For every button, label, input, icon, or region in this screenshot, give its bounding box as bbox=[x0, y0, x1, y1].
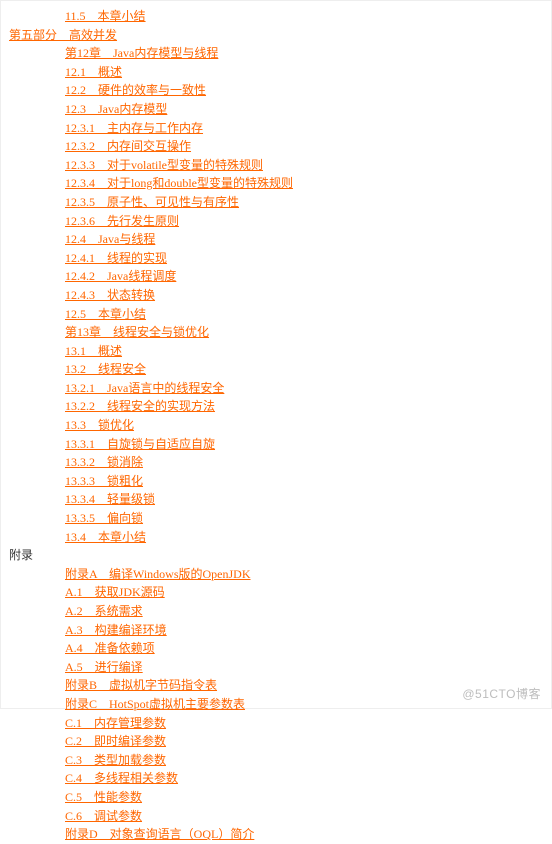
toc-item: C.6 调试参数 bbox=[9, 807, 543, 826]
toc-link[interactable]: 13.2 线程安全 bbox=[65, 362, 146, 376]
toc-item: 附录A 编译Windows版的OpenJDK bbox=[9, 565, 543, 584]
toc-item: 13.3.3 锁粗化 bbox=[9, 472, 543, 491]
toc-item: 第五部分 高效并发 bbox=[9, 26, 543, 45]
toc-link[interactable]: A.3 构建编译环境 bbox=[65, 623, 167, 637]
toc-link[interactable]: 12.5 本章小结 bbox=[65, 307, 146, 321]
toc-item: 13.3 锁优化 bbox=[9, 416, 543, 435]
toc-item: 13.2 线程安全 bbox=[9, 360, 543, 379]
toc-link[interactable]: 第五部分 高效并发 bbox=[9, 28, 117, 42]
toc-link[interactable]: 13.2.2 线程安全的实现方法 bbox=[65, 399, 215, 413]
toc-item: C.3 类型加载参数 bbox=[9, 751, 543, 770]
toc-link[interactable]: 12.4.1 线程的实现 bbox=[65, 251, 167, 265]
toc-item: 12.3.5 原子性、可见性与有序性 bbox=[9, 193, 543, 212]
toc-link[interactable]: C.4 多线程相关参数 bbox=[65, 771, 178, 785]
toc-item: C.2 即时编译参数 bbox=[9, 732, 543, 751]
toc-link[interactable]: 12.3.2 内存间交互操作 bbox=[65, 139, 191, 153]
toc-item: C.5 性能参数 bbox=[9, 788, 543, 807]
toc-item: 13.2.1 Java语言中的线程安全 bbox=[9, 379, 543, 398]
toc-link[interactable]: 13.3.2 锁消除 bbox=[65, 455, 143, 469]
toc-item: C.1 内存管理参数 bbox=[9, 714, 543, 733]
toc-link[interactable]: 12.3.4 对于long和double型变量的特殊规则 bbox=[65, 176, 293, 190]
toc-link[interactable]: A.2 系统需求 bbox=[65, 604, 143, 618]
toc-link[interactable]: 12.1 概述 bbox=[65, 65, 122, 79]
toc-item: A.5 进行编译 bbox=[9, 658, 543, 677]
toc-item: 13.2.2 线程安全的实现方法 bbox=[9, 397, 543, 416]
toc-item: 12.3.6 先行发生原则 bbox=[9, 212, 543, 231]
toc-link[interactable]: 13.2.1 Java语言中的线程安全 bbox=[65, 381, 224, 395]
toc-item: 12.3.1 主内存与工作内存 bbox=[9, 119, 543, 138]
toc-link[interactable]: 12.4.2 Java线程调度 bbox=[65, 269, 176, 283]
toc-item: 13.4 本章小结 bbox=[9, 528, 543, 547]
toc-link[interactable]: A.1 获取JDK源码 bbox=[65, 585, 165, 599]
toc-heading: 附录 bbox=[9, 548, 33, 562]
toc-link[interactable]: 第13章 线程安全与锁优化 bbox=[65, 325, 209, 339]
toc-link[interactable]: A.4 准备依赖项 bbox=[65, 641, 155, 655]
toc-item: 13.3.2 锁消除 bbox=[9, 453, 543, 472]
toc-link[interactable]: 13.4 本章小结 bbox=[65, 530, 146, 544]
toc-item: C.4 多线程相关参数 bbox=[9, 769, 543, 788]
toc-link[interactable]: C.3 类型加载参数 bbox=[65, 753, 166, 767]
toc-item: 第12章 Java内存模型与线程 bbox=[9, 44, 543, 63]
toc-link[interactable]: 第12章 Java内存模型与线程 bbox=[65, 46, 218, 60]
toc-item: 附录D 对象查询语言（OQL）简介 bbox=[9, 825, 543, 844]
toc-item: 12.3.2 内存间交互操作 bbox=[9, 137, 543, 156]
toc-link[interactable]: A.5 进行编译 bbox=[65, 660, 143, 674]
toc-item: 附录 bbox=[9, 546, 543, 565]
toc-link[interactable]: 11.5 本章小结 bbox=[65, 9, 146, 23]
toc-item: 12.4.2 Java线程调度 bbox=[9, 267, 543, 286]
toc-link[interactable]: 附录A 编译Windows版的OpenJDK bbox=[65, 567, 251, 581]
toc-item: 12.4 Java与线程 bbox=[9, 230, 543, 249]
toc-link[interactable]: 12.4 Java与线程 bbox=[65, 232, 155, 246]
toc-item: A.1 获取JDK源码 bbox=[9, 583, 543, 602]
toc-link[interactable]: 13.3 锁优化 bbox=[65, 418, 134, 432]
toc-link[interactable]: 13.3.4 轻量级锁 bbox=[65, 492, 155, 506]
toc-item: 11.5 本章小结 bbox=[9, 7, 543, 26]
toc-item: 13.3.1 自旋锁与自适应自旋 bbox=[9, 435, 543, 454]
toc-link[interactable]: 12.3.5 原子性、可见性与有序性 bbox=[65, 195, 239, 209]
toc-link[interactable]: 12.3 Java内存模型 bbox=[65, 102, 167, 116]
toc-item: 12.3.4 对于long和double型变量的特殊规则 bbox=[9, 174, 543, 193]
toc-item: 13.3.4 轻量级锁 bbox=[9, 490, 543, 509]
toc-link[interactable]: C.1 内存管理参数 bbox=[65, 716, 166, 730]
table-of-contents: 11.5 本章小结第五部分 高效并发第12章 Java内存模型与线程 12.1 概… bbox=[9, 7, 543, 844]
toc-item: 13.3.5 偏向锁 bbox=[9, 509, 543, 528]
toc-item: 12.4.3 状态转换 bbox=[9, 286, 543, 305]
toc-item: 12.5 本章小结 bbox=[9, 305, 543, 324]
toc-link[interactable]: C.2 即时编译参数 bbox=[65, 734, 166, 748]
toc-link[interactable]: 13.1 概述 bbox=[65, 344, 122, 358]
toc-item: A.3 构建编译环境 bbox=[9, 621, 543, 640]
toc-link[interactable]: 13.3.5 偏向锁 bbox=[65, 511, 143, 525]
toc-item: 12.3 Java内存模型 bbox=[9, 100, 543, 119]
toc-link[interactable]: 附录D 对象查询语言（OQL）简介 bbox=[65, 827, 254, 841]
watermark: @51CTO博客 bbox=[462, 685, 541, 702]
toc-link[interactable]: 12.4.3 状态转换 bbox=[65, 288, 155, 302]
toc-link[interactable]: 12.3.6 先行发生原则 bbox=[65, 214, 179, 228]
toc-item: A.4 准备依赖项 bbox=[9, 639, 543, 658]
toc-link[interactable]: 附录B 虚拟机字节码指令表 bbox=[65, 678, 217, 692]
toc-link[interactable]: 12.3.1 主内存与工作内存 bbox=[65, 121, 203, 135]
toc-link[interactable]: C.5 性能参数 bbox=[65, 790, 142, 804]
toc-link[interactable]: 12.2 硬件的效率与一致性 bbox=[65, 83, 206, 97]
toc-item: 13.1 概述 bbox=[9, 342, 543, 361]
toc-item: 12.4.1 线程的实现 bbox=[9, 249, 543, 268]
toc-item: A.2 系统需求 bbox=[9, 602, 543, 621]
toc-link[interactable]: 13.3.1 自旋锁与自适应自旋 bbox=[65, 437, 215, 451]
toc-item: 12.3.3 对于volatile型变量的特殊规则 bbox=[9, 156, 543, 175]
toc-link[interactable]: 13.3.3 锁粗化 bbox=[65, 474, 143, 488]
toc-link[interactable]: C.6 调试参数 bbox=[65, 809, 142, 823]
toc-link[interactable]: 12.3.3 对于volatile型变量的特殊规则 bbox=[65, 158, 263, 172]
toc-item: 第13章 线程安全与锁优化 bbox=[9, 323, 543, 342]
toc-root-list: 11.5 本章小结第五部分 高效并发第12章 Java内存模型与线程 12.1 概… bbox=[9, 7, 543, 844]
toc-item: 12.2 硬件的效率与一致性 bbox=[9, 81, 543, 100]
toc-item: 12.1 概述 bbox=[9, 63, 543, 82]
